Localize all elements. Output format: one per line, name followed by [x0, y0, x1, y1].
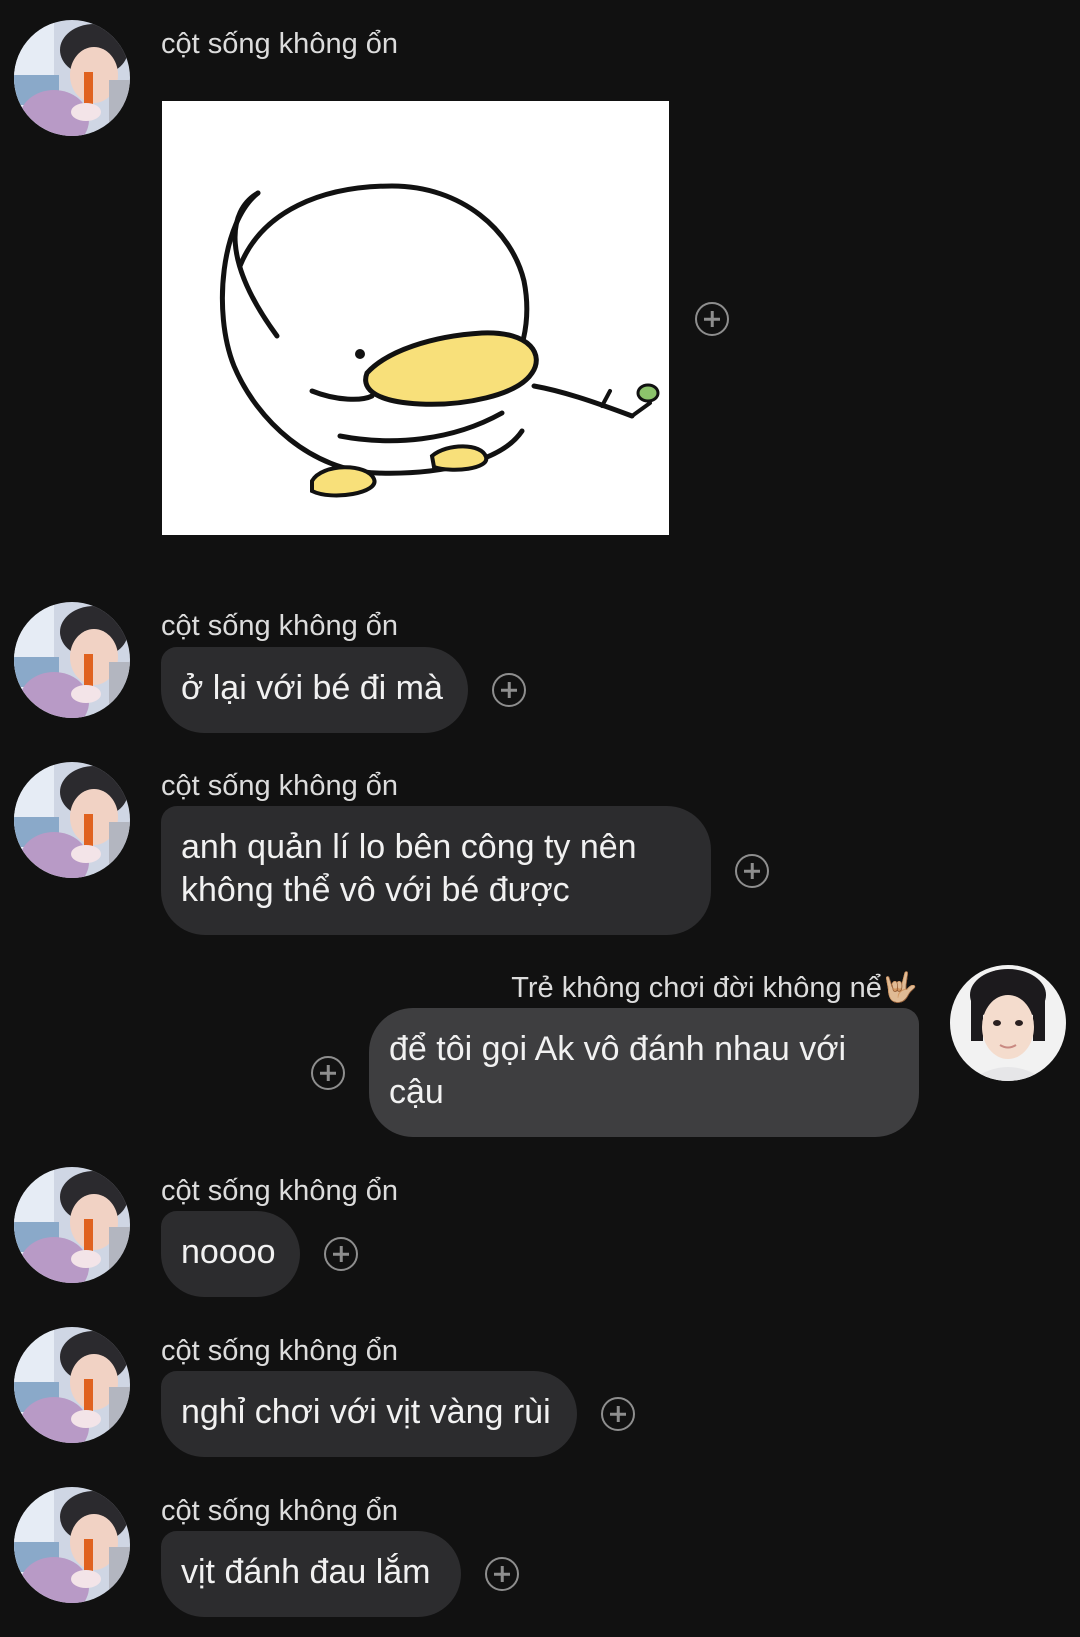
message-bubble[interactable]: ở lại với bé đi mà [161, 647, 468, 733]
duck-sticker[interactable] [162, 101, 669, 535]
message-bubble[interactable]: anh quản lí lo bên công ty nên không thể… [161, 806, 711, 935]
add-reaction-button[interactable] [485, 1557, 519, 1591]
my-avatar[interactable] [950, 965, 1066, 1081]
sender-name: cột sống không ổn [161, 1335, 399, 1367]
add-reaction-button[interactable] [601, 1397, 635, 1431]
sender-avatar[interactable] [14, 1167, 130, 1283]
add-reaction-button[interactable] [311, 1056, 345, 1090]
duck-sticker-icon [219, 183, 660, 498]
message-bubble[interactable]: vịt đánh đau lắm [161, 1531, 461, 1617]
sender-name: cột sống không ổn [161, 770, 399, 802]
sender-name: Trẻ không chơi đời không nể🤟🏼 [511, 972, 918, 1004]
add-reaction-button[interactable] [324, 1237, 358, 1271]
sender-avatar[interactable] [14, 762, 130, 878]
message-bubble[interactable]: để tôi gọi Ak vô đánh nhau với cậu [369, 1008, 919, 1137]
sender-name: cột sống không ổn [161, 1495, 399, 1527]
sender-avatar[interactable] [14, 602, 130, 718]
sender-name: cột sống không ổn [161, 610, 399, 642]
add-reaction-button[interactable] [492, 673, 526, 707]
sender-name: cột sống không ổn [161, 1175, 399, 1207]
add-reaction-button[interactable] [735, 854, 769, 888]
sender-name: cột sống không ổn [161, 28, 399, 60]
add-reaction-button[interactable] [695, 302, 729, 336]
message-bubble[interactable]: noooo [161, 1211, 300, 1297]
sender-avatar[interactable] [14, 1327, 130, 1443]
message-bubble[interactable]: nghỉ chơi với vịt vàng rùi [161, 1371, 577, 1457]
sender-avatar[interactable] [14, 20, 130, 136]
sender-avatar[interactable] [14, 1487, 130, 1603]
